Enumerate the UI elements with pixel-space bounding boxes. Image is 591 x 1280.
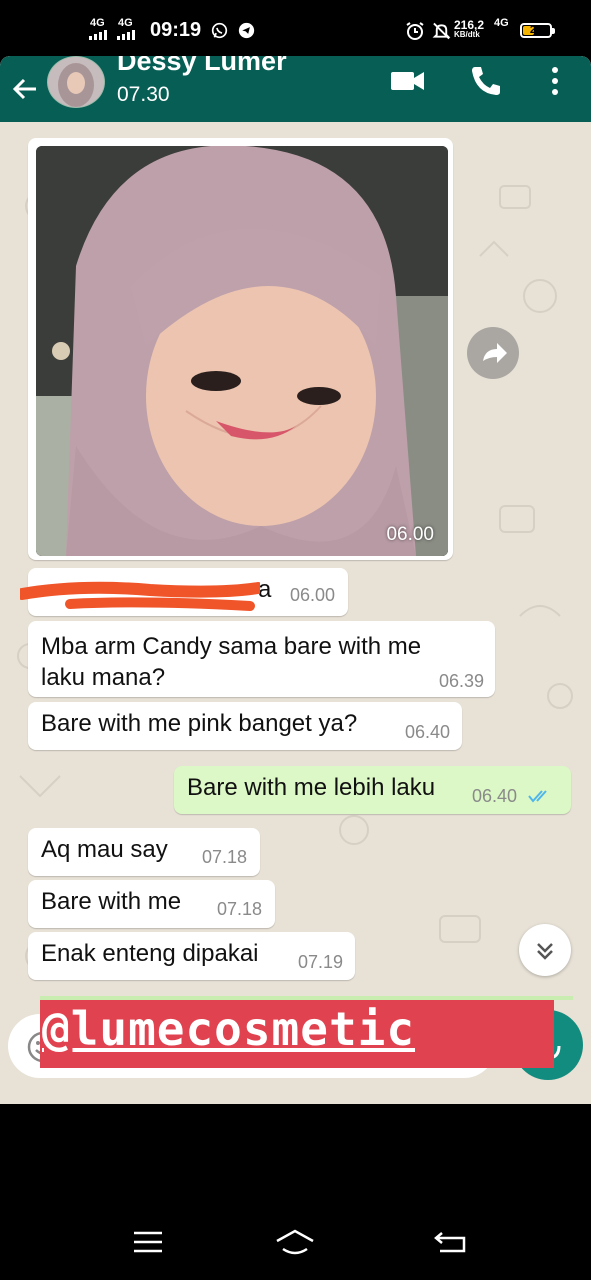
message-bubble[interactable]: Enak enteng dipakai 07.19	[28, 932, 355, 980]
message-text: Enak enteng dipakai	[41, 940, 259, 967]
mute-icon	[432, 22, 451, 40]
network-label-3: 4G	[494, 17, 509, 29]
message-bubble[interactable]: Mba arm Candy sama bare with me laku man…	[28, 621, 495, 697]
chat-header: Dessy Lumer 07.30	[0, 56, 591, 122]
speed-value: 216,2	[454, 18, 485, 32]
message-bubble-outgoing[interactable]: Bare with me lebih laku 06.40	[174, 766, 571, 814]
watermark-text: @lumecosmetic	[42, 1002, 416, 1056]
message-text: Mba arm Candy sama bare with me laku man…	[41, 631, 421, 693]
network-label-2: 4G	[118, 17, 133, 29]
message-bubble[interactable]: Aq mau say 07.18	[28, 828, 260, 876]
message-text: Aq mau say	[41, 836, 168, 863]
speed-unit: KB/dtk	[454, 30, 480, 39]
message-time: 06.40	[472, 786, 518, 806]
message-time: 07.19	[298, 952, 344, 972]
message-text: Bare with me pink banget ya?	[41, 710, 358, 737]
whatsapp-icon	[211, 22, 228, 39]
alarm-icon	[406, 22, 424, 40]
scroll-to-bottom-button[interactable]	[519, 924, 571, 976]
back-arrow-icon[interactable]	[10, 74, 40, 104]
phone-icon[interactable]	[466, 61, 506, 101]
chat-photo[interactable]: 06.00	[36, 146, 448, 556]
more-vert-icon[interactable]	[535, 61, 575, 101]
watermark-banner: @lumecosmetic	[40, 1000, 554, 1068]
chat-screen: Dessy Lumer 07.30 06.00 a 06.00 Mba arm …	[0, 56, 591, 1104]
menu-icon[interactable]	[128, 1227, 168, 1257]
avatar[interactable]	[47, 56, 105, 108]
telegram-icon	[238, 22, 255, 39]
message-time: 06.40	[405, 722, 451, 742]
status-time: 09:19	[150, 19, 202, 41]
message-time: 06.00	[386, 524, 434, 545]
message-line-1: Mba arm Candy sama bare with me	[41, 633, 422, 660]
message-time: 07.18	[202, 847, 248, 867]
back-icon[interactable]	[430, 1227, 470, 1257]
battery-level: 27	[529, 24, 543, 36]
system-nav-bar	[0, 1205, 591, 1280]
message-text: a	[258, 576, 272, 603]
status-bar: 4G 4G 09:19 216,2 KB/dtk 4G 27	[0, 0, 591, 56]
redaction-scribble	[20, 581, 260, 611]
network-speed: 216,2 KB/dtk	[454, 18, 485, 40]
message-bubble[interactable]: Bare with me 07.18	[28, 880, 275, 928]
read-receipt-icon	[528, 790, 547, 803]
chevron-double-down-icon	[537, 943, 553, 960]
signal-icon	[89, 30, 107, 40]
forward-icon	[483, 343, 507, 363]
signal-icon	[117, 30, 135, 40]
message-time: 06.39	[439, 671, 485, 691]
message-text: Bare with me	[41, 888, 182, 915]
message-time: 06.00	[290, 585, 336, 605]
message-time: 07.18	[217, 899, 263, 919]
home-icon[interactable]	[275, 1227, 315, 1257]
forward-button[interactable]	[467, 327, 519, 379]
message-bubble[interactable]: Bare with me pink banget ya? 06.40	[28, 702, 462, 750]
network-label-1: 4G	[90, 17, 105, 29]
message-line-2: laku mana?	[41, 664, 166, 691]
message-text: Bare with me lebih laku	[187, 774, 436, 801]
video-call-icon[interactable]	[388, 61, 428, 101]
image-message[interactable]: 06.00	[28, 138, 453, 560]
battery-icon: 27	[520, 23, 555, 38]
contact-name[interactable]: Dessy Lumer	[117, 56, 287, 77]
last-seen: 07.30	[117, 83, 170, 106]
